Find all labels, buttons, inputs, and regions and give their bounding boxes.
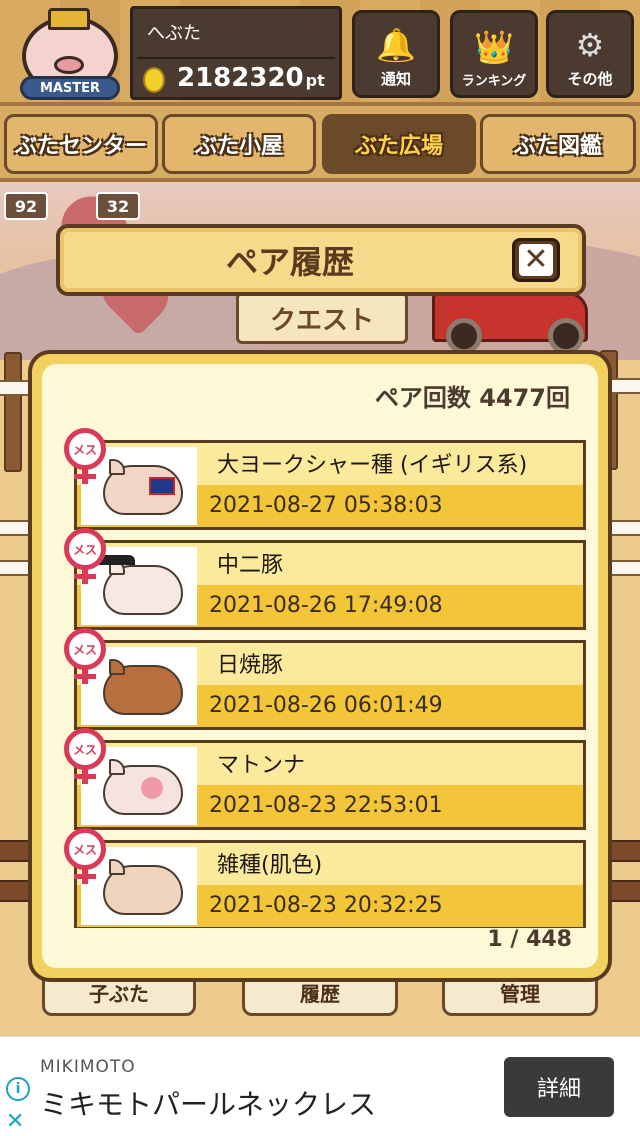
crown-icon: 👑 <box>474 28 514 66</box>
quest-sign[interactable]: クエスト <box>236 292 408 344</box>
female-icon: メス <box>64 828 110 886</box>
modal-header: ペア履歴 ✕ <box>56 224 586 296</box>
notification-button[interactable]: 🔔 通知 <box>352 10 440 98</box>
tab-buta-center[interactable]: ぶたセンター <box>4 114 158 174</box>
other-button[interactable]: ⚙ その他 <box>546 10 634 98</box>
close-icon: ✕ <box>519 244 553 276</box>
pig-name: 日焼豚 <box>217 653 284 678</box>
list-item[interactable]: 日焼豚 2021-08-26 06:01:49 <box>74 640 586 730</box>
pair-date: 2021-08-23 22:53:01 <box>209 793 443 818</box>
tab-buta-plaza[interactable]: ぶた広場 <box>322 114 476 174</box>
pair-count: ペア回数 4477回 <box>374 384 570 412</box>
close-icon[interactable]: ✕ <box>6 1109 24 1134</box>
pair-history-modal: ペア回数 4477回 大ヨークシャー種 (イギリス系) 2021-08-27 0… <box>28 350 612 982</box>
gear-icon: ⚙ <box>575 26 605 64</box>
nav-bar: ぶたセンター ぶた小屋 ぶた広場 ぶた図鑑 <box>0 106 640 182</box>
modal-title: ペア履歴 <box>225 243 354 281</box>
fence-post <box>4 352 22 472</box>
pair-date: 2021-08-26 06:01:49 <box>209 693 443 718</box>
truck-wheel <box>548 318 584 354</box>
username: へぶた <box>147 23 201 44</box>
list-item[interactable]: マトンナ 2021-08-23 22:53:01 <box>74 740 586 830</box>
list-item[interactable]: 雑種(肌色) 2021-08-23 20:32:25 <box>74 840 586 928</box>
coin-icon <box>143 67 165 93</box>
pig-name: 大ヨークシャー種 (イギリス系) <box>217 453 528 478</box>
page-indicator: 1 / 448 <box>487 927 572 952</box>
ad-title[interactable]: ミキモトパールネックレス <box>40 1083 376 1123</box>
pig-snout <box>54 56 84 74</box>
list-item[interactable]: 大ヨークシャー種 (イギリス系) 2021-08-27 05:38:03 <box>74 440 586 530</box>
top-bar: MASTER へぶた 2182320 pt 🔔 通知 👑 ランキング ⚙ その他 <box>0 0 640 106</box>
info-icon[interactable]: i <box>6 1077 30 1101</box>
ad-brand: MIKIMOTO <box>40 1057 136 1077</box>
pair-history-list[interactable]: 大ヨークシャー種 (イギリス系) 2021-08-27 05:38:03 メス … <box>42 428 598 928</box>
counter-badge-right[interactable]: 32 <box>96 192 140 220</box>
divider <box>137 57 335 59</box>
pair-date: 2021-08-23 20:32:25 <box>209 893 443 918</box>
counter-badge-left[interactable]: 92 <box>4 192 48 220</box>
points-display: 2182320 pt <box>177 63 325 93</box>
points-value: 2182320 <box>177 63 304 93</box>
ranking-button[interactable]: 👑 ランキング <box>450 10 538 98</box>
tab-buta-encyclopedia[interactable]: ぶた図鑑 <box>480 114 636 174</box>
female-icon: メス <box>64 428 110 486</box>
ranking-label: ランキング <box>461 74 527 89</box>
tab-buta-hut[interactable]: ぶた小屋 <box>162 114 316 174</box>
pair-date: 2021-08-26 17:49:08 <box>209 593 443 618</box>
female-icon: メス <box>64 728 110 786</box>
notification-label: 通知 <box>380 70 411 88</box>
ad-banner[interactable]: i ✕ MIKIMOTO ミキモトパールネックレス 詳細 <box>0 1036 640 1136</box>
truck-wheel <box>446 318 482 354</box>
ad-details-button[interactable]: 詳細 <box>504 1057 614 1117</box>
rose-icon <box>141 777 163 799</box>
pig-name: マトンナ <box>217 753 306 778</box>
master-avatar[interactable]: MASTER <box>14 6 124 102</box>
other-label: その他 <box>567 70 613 88</box>
female-icon: メス <box>64 528 110 586</box>
pig-name: 中二豚 <box>217 553 284 578</box>
union-flag-icon <box>149 477 175 495</box>
points-unit: pt <box>305 71 325 90</box>
pig-name: 雑種(肌色) <box>217 853 323 878</box>
crown-icon <box>48 8 90 30</box>
pair-date: 2021-08-27 05:38:03 <box>209 493 443 518</box>
master-badge: MASTER <box>20 76 120 100</box>
user-panel: へぶた 2182320 pt <box>130 6 342 100</box>
modal-inner: ペア回数 4477回 大ヨークシャー種 (イギリス系) 2021-08-27 0… <box>42 364 598 968</box>
list-item[interactable]: 中二豚 2021-08-26 17:49:08 <box>74 540 586 630</box>
bell-icon: 🔔 <box>376 26 416 64</box>
close-button[interactable]: ✕ <box>512 238 560 282</box>
female-icon: メス <box>64 628 110 686</box>
